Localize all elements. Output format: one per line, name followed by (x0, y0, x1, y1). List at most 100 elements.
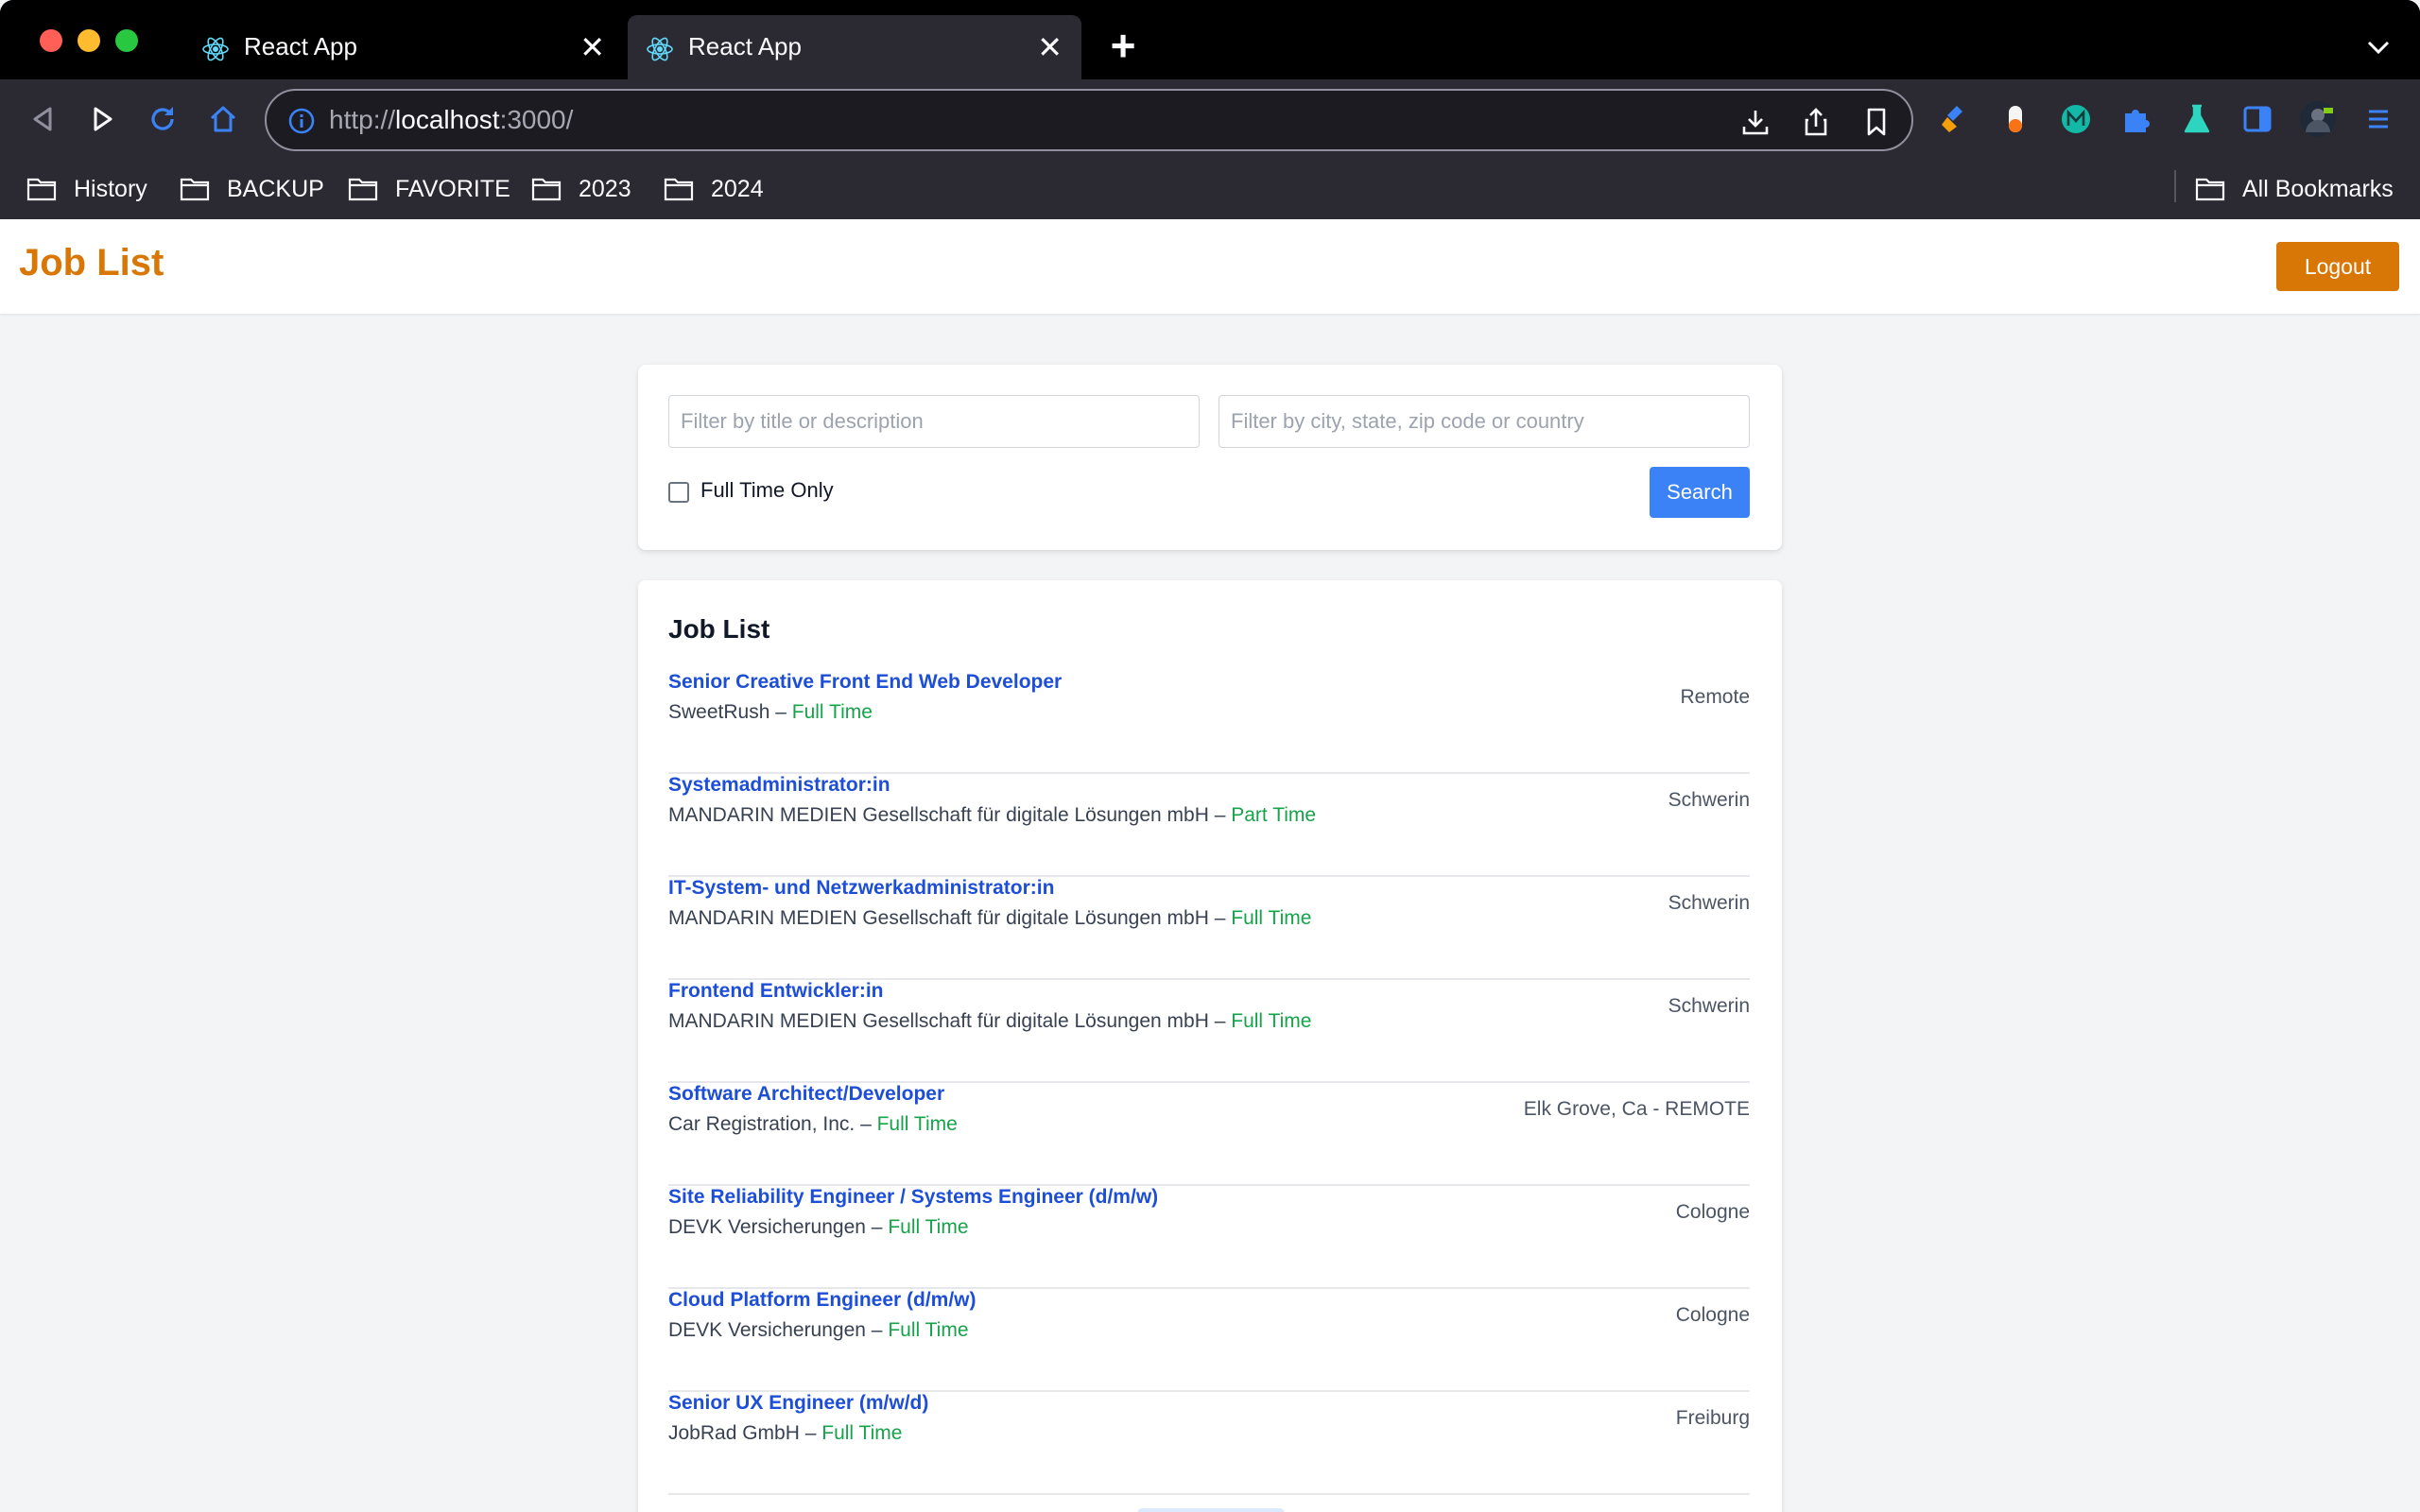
job-row: IT-System- und Netzwerkadministrator:in … (668, 877, 1750, 980)
job-row: Senior UX Engineer (m/w/d) JobRad GmbH –… (668, 1392, 1750, 1495)
job-list-panel: Job List Senior Creative Front End Web D… (638, 580, 1782, 1512)
bookmark-folder-history[interactable]: History (26, 172, 147, 206)
back-icon[interactable] (23, 98, 64, 140)
filter-panel: Full Time Only Search (638, 365, 1782, 550)
job-company: Car Registration, Inc. (668, 1113, 856, 1135)
job-meta: MANDARIN MEDIEN Gesellschaft für digital… (668, 907, 1312, 929)
bookmark-folder-favorite[interactable]: FAVORITE (348, 172, 510, 206)
bookmark-label: 2023 (579, 175, 631, 202)
tab-bar: React App ✕ React App ✕ + (0, 0, 2420, 79)
all-bookmarks-label: All Bookmarks (2242, 175, 2394, 202)
folder-icon (2195, 178, 2225, 201)
new-tab-icon[interactable]: + (1104, 24, 1142, 67)
job-meta: DEVK Versicherungen – Full Time (668, 1216, 969, 1238)
browser-tab[interactable]: React App ✕ (183, 15, 624, 79)
labs-flask-icon[interactable] (2178, 100, 2216, 138)
job-type: Full Time (791, 701, 873, 723)
folder-icon (348, 178, 378, 201)
bookmarks-toolbar: History BACKUP FAVORITE 2023 2024 All Bo… (0, 159, 2420, 219)
cleaner-extension-icon[interactable] (1936, 100, 1974, 138)
job-meta: SweetRush – Full Time (668, 701, 873, 723)
app-header: Job List Logout (0, 219, 2420, 314)
job-type: Full Time (1231, 1010, 1312, 1032)
capsule-extension-icon[interactable] (1996, 100, 2034, 138)
job-location: Cologne (1675, 1201, 1750, 1223)
job-company: MANDARIN MEDIEN Gesellschaft für digital… (668, 804, 1209, 826)
react-icon (647, 37, 673, 61)
job-title-link[interactable]: Senior Creative Front End Web Developer (668, 671, 1062, 694)
bookmark-label: FAVORITE (395, 175, 510, 202)
bookmark-folder-2024[interactable]: 2024 (664, 172, 764, 206)
reload-icon[interactable] (142, 98, 183, 140)
all-bookmarks-button[interactable]: All Bookmarks (2195, 172, 2394, 206)
job-list-heading: Job List (668, 614, 770, 644)
browser-tab-active[interactable]: React App ✕ (628, 15, 1081, 79)
job-location: Elk Grove, Ca - REMOTE (1523, 1098, 1750, 1120)
bookmark-label: BACKUP (227, 175, 324, 202)
window-zoom-button[interactable] (115, 29, 138, 52)
job-location: Remote (1680, 686, 1750, 708)
job-row: Site Reliability Engineer / Systems Engi… (668, 1186, 1750, 1289)
pagination-button-partial[interactable] (1137, 1508, 1285, 1512)
home-icon[interactable] (202, 98, 244, 140)
fulltime-checkbox[interactable] (668, 482, 689, 503)
job-location: Schwerin (1668, 995, 1750, 1017)
folder-icon (531, 178, 562, 201)
bookmark-label: 2024 (711, 175, 764, 202)
extensions-puzzle-icon[interactable] (2118, 100, 2155, 138)
job-location: Cologne (1675, 1304, 1750, 1326)
job-title-link[interactable]: IT-System- und Netzwerkadministrator:in (668, 877, 1054, 900)
bookmark-folder-backup[interactable]: BACKUP (180, 172, 324, 206)
job-company: MANDARIN MEDIEN Gesellschaft für digital… (668, 1010, 1209, 1032)
share-icon[interactable] (1800, 106, 1832, 138)
fulltime-label[interactable]: Full Time Only (700, 478, 834, 503)
tab-list-chevron-icon[interactable] (2360, 28, 2397, 66)
profile-avatar-icon[interactable] (2299, 100, 2337, 138)
job-meta: MANDARIN MEDIEN Gesellschaft für digital… (668, 1010, 1312, 1032)
folder-icon (664, 178, 694, 201)
job-type: Full Time (876, 1113, 958, 1135)
site-info-icon[interactable] (287, 107, 316, 135)
bookmark-folder-2023[interactable]: 2023 (531, 172, 631, 206)
title-filter-input[interactable] (668, 395, 1200, 448)
job-company: JobRad GmbH (668, 1422, 800, 1444)
search-button[interactable]: Search (1650, 467, 1750, 518)
job-title-link[interactable]: Site Reliability Engineer / Systems Engi… (668, 1186, 1158, 1209)
job-location: Freiburg (1675, 1407, 1750, 1429)
job-company: DEVK Versicherungen (668, 1216, 866, 1238)
address-bar[interactable]: http://localhost:3000/ (265, 89, 1913, 151)
folder-icon (180, 178, 210, 201)
job-row: Senior Creative Front End Web Developer … (668, 671, 1750, 774)
job-title-link[interactable]: Senior UX Engineer (m/w/d) (668, 1392, 928, 1415)
location-filter-input[interactable] (1219, 395, 1750, 448)
m-extension-icon[interactable] (2057, 100, 2095, 138)
job-title-link[interactable]: Cloud Platform Engineer (d/m/w) (668, 1289, 977, 1312)
bookmark-label: History (74, 175, 147, 202)
job-meta: MANDARIN MEDIEN Gesellschaft für digital… (668, 804, 1317, 826)
logout-button[interactable]: Logout (2276, 242, 2399, 291)
sidebar-icon[interactable] (2238, 100, 2276, 138)
job-title-link[interactable]: Software Architect/Developer (668, 1083, 944, 1106)
download-icon[interactable] (1739, 106, 1772, 138)
forward-icon[interactable] (81, 98, 123, 140)
job-row: Software Architect/Developer Car Registr… (668, 1083, 1750, 1186)
job-company: SweetRush (668, 701, 770, 723)
job-row: Cloud Platform Engineer (d/m/w) DEVK Ver… (668, 1289, 1750, 1392)
window-minimize-button[interactable] (78, 29, 100, 52)
job-row: Systemadministrator:in MANDARIN MEDIEN G… (668, 774, 1750, 877)
tab-close-icon[interactable]: ✕ (1037, 32, 1063, 62)
tab-title: React App (688, 32, 802, 60)
page-title: Job List (19, 242, 164, 284)
job-title-link[interactable]: Systemadministrator:in (668, 774, 890, 797)
job-meta: JobRad GmbH – Full Time (668, 1422, 903, 1444)
folder-icon (26, 178, 57, 201)
tab-close-icon[interactable]: ✕ (579, 32, 605, 62)
window-close-button[interactable] (40, 29, 62, 52)
job-meta: DEVK Versicherungen – Full Time (668, 1319, 969, 1341)
bookmarks-separator (2174, 170, 2176, 202)
job-location: Schwerin (1668, 892, 1750, 914)
job-title-link[interactable]: Frontend Entwickler:in (668, 980, 884, 1003)
bookmark-icon[interactable] (1860, 106, 1893, 138)
app-menu-icon[interactable] (2360, 100, 2397, 138)
job-meta: Car Registration, Inc. – Full Time (668, 1113, 958, 1135)
